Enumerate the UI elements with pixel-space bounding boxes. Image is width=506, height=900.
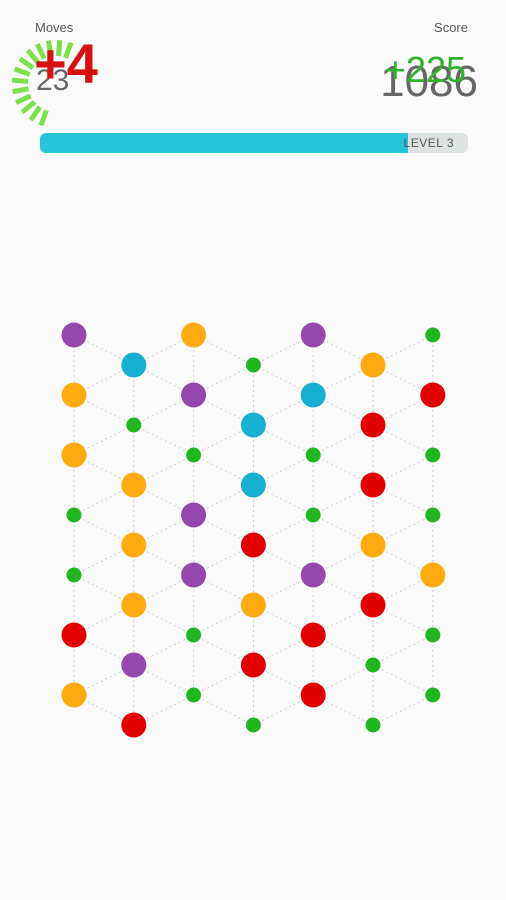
dot-green[interactable] — [126, 417, 142, 433]
dot-orange[interactable] — [360, 352, 386, 378]
dot-purple[interactable] — [300, 562, 326, 588]
dot-red[interactable] — [360, 592, 386, 618]
dot-green[interactable] — [425, 627, 441, 643]
dot-green[interactable] — [305, 447, 321, 463]
grid-line — [372, 694, 434, 726]
dot-purple[interactable] — [300, 322, 326, 348]
dot-green[interactable] — [66, 507, 82, 523]
dot-blue[interactable] — [240, 472, 266, 498]
dot-red[interactable] — [300, 682, 326, 708]
dot-green[interactable] — [425, 327, 441, 343]
dot-orange[interactable] — [121, 532, 147, 558]
dot-green[interactable] — [365, 717, 381, 733]
dot-purple[interactable] — [121, 652, 147, 678]
dot-orange[interactable] — [121, 592, 147, 618]
dot-red[interactable] — [121, 712, 147, 738]
grid-line — [193, 694, 254, 726]
dot-orange[interactable] — [360, 532, 386, 558]
dot-purple[interactable] — [61, 322, 87, 348]
dot-purple[interactable] — [181, 502, 207, 528]
dot-red[interactable] — [240, 652, 266, 678]
grid-line — [372, 634, 434, 666]
dot-purple[interactable] — [181, 562, 207, 588]
dot-red[interactable] — [360, 412, 386, 438]
dot-blue[interactable] — [121, 352, 147, 378]
dot-green[interactable] — [425, 687, 441, 703]
dot-orange[interactable] — [121, 472, 147, 498]
dot-red[interactable] — [300, 622, 326, 648]
grid-line — [133, 424, 194, 456]
dot-orange[interactable] — [61, 682, 87, 708]
dot-green[interactable] — [305, 507, 321, 523]
game-board[interactable] — [0, 0, 506, 900]
dot-green[interactable] — [186, 627, 202, 643]
dot-red[interactable] — [240, 532, 266, 558]
dot-orange[interactable] — [181, 322, 207, 348]
dot-red[interactable] — [360, 472, 386, 498]
dot-blue[interactable] — [240, 412, 266, 438]
dot-orange[interactable] — [420, 562, 446, 588]
dot-orange[interactable] — [240, 592, 266, 618]
dot-orange[interactable] — [61, 442, 87, 468]
grid-line — [372, 664, 434, 696]
dot-purple[interactable] — [181, 382, 207, 408]
dot-green[interactable] — [186, 687, 202, 703]
dot-orange[interactable] — [61, 382, 87, 408]
dot-blue[interactable] — [300, 382, 326, 408]
dot-red[interactable] — [61, 622, 87, 648]
dot-red[interactable] — [420, 382, 446, 408]
dot-green[interactable] — [425, 447, 441, 463]
dot-green[interactable] — [186, 447, 202, 463]
dot-green[interactable] — [245, 717, 261, 733]
dot-green[interactable] — [66, 567, 82, 583]
dot-green[interactable] — [365, 657, 381, 673]
dot-green[interactable] — [425, 507, 441, 523]
dot-green[interactable] — [245, 357, 261, 373]
